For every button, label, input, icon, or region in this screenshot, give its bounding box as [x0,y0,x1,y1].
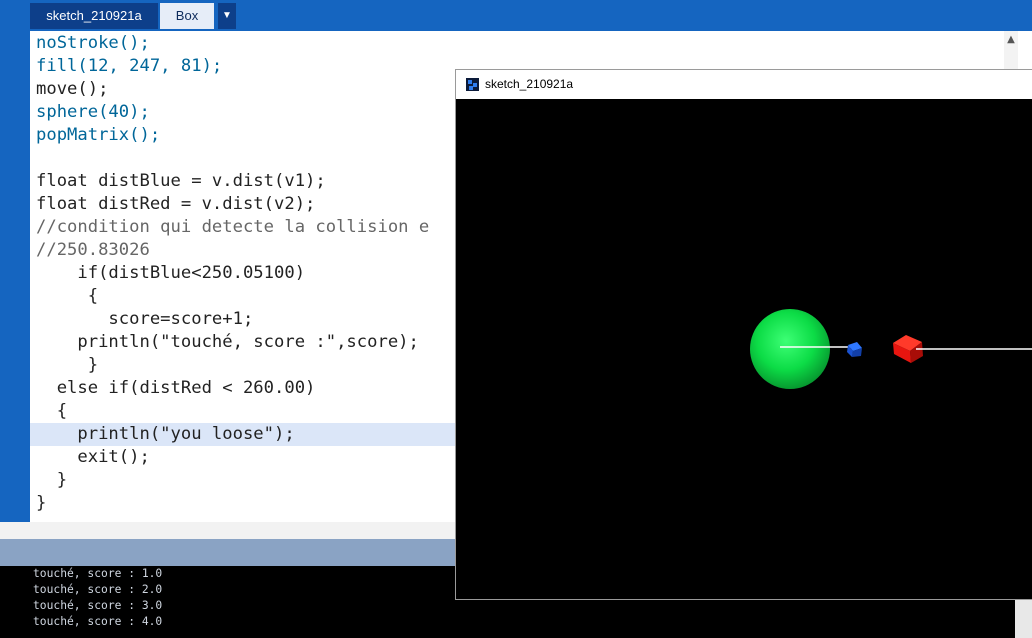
code-comment: //condition qui detecte la collision e [36,217,430,237]
console-line: touché, score : 4.0 [33,615,163,628]
console-line: touché, score : 3.0 [33,599,163,612]
code-text: println("touché, score :",score); [36,332,419,352]
code-text: float distRed = v.dist(v2); [36,194,316,214]
code-text: if(distBlue<250.05100) [36,263,306,283]
tab-sketch[interactable]: sketch_210921a [30,3,158,29]
code-text: fill(12, 247, 81); [36,56,223,76]
code-text: println("you loose"); [36,424,295,444]
code-text: { [36,286,99,306]
green-sphere [750,309,830,389]
tab-bar: sketch_210921a Box ▼ [0,0,1032,31]
scroll-up-icon[interactable]: ▲ [1004,33,1018,47]
code-text: move(); [36,79,109,99]
code-text: noStroke(); [36,33,150,53]
code-text: exit(); [36,447,150,467]
code-text: fill(12, 247, 81); [36,55,222,78]
line-number-gutter [0,31,30,522]
code-text: } [36,470,68,490]
code-text: sphere(40); [36,102,150,122]
code-line[interactable]: 77 noStroke(); [30,32,1018,55]
console-line: touché, score : 1.0 [33,567,163,580]
tab-box[interactable]: Box [160,3,214,29]
code-text: } [36,493,47,513]
sketch-window-title: sketch_210921a [485,77,574,91]
code-text: noStroke(); [36,32,150,55]
sketch-scene [750,309,1032,389]
blue-box [847,342,862,357]
processing-app-icon [466,78,479,91]
code-text: { [36,401,68,421]
sketch-titlebar[interactable]: sketch_210921a [456,70,1032,99]
sketch-window[interactable]: sketch_210921a [455,69,1032,600]
sketch-canvas[interactable] [456,99,1032,599]
console-line: touché, score : 2.0 [33,583,163,596]
code-text: } [36,355,99,375]
code-text: float distBlue = v.dist(v1); [36,171,326,191]
code-comment: //250.83026 [36,240,150,260]
code-text: score=score+1; [36,309,254,329]
console-scrollbar[interactable] [1015,600,1032,638]
code-text: else if(distRed < 260.00) [36,378,316,398]
chevron-down-icon[interactable]: ▼ [218,3,236,29]
code-text: popMatrix(); [36,125,161,145]
